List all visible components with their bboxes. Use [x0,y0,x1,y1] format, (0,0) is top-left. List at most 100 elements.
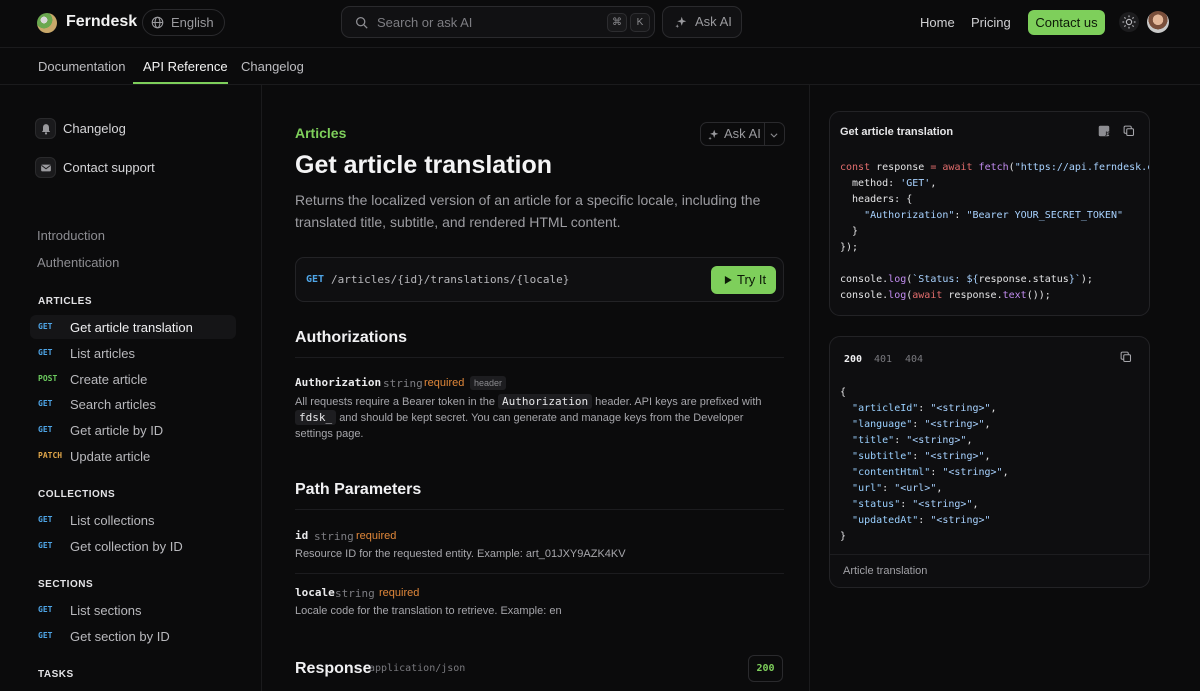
response-code: { "articleId": "<string>", "language": "… [840,387,1009,542]
mail-icon [35,157,56,178]
sidebar-item-label: List sections [70,603,142,618]
sidebar-item-list-articles[interactable]: GET List articles [30,341,236,365]
response-field-value: "<url>" [894,483,937,494]
method-badge: GET [38,348,53,357]
path-parameters-heading: Path Parameters [295,481,422,498]
param-description: Resource ID for the requested entity. Ex… [295,548,626,560]
response-content-type: application/json [369,663,466,674]
sidebar-item-label: List collections [70,513,155,528]
divider [295,573,784,574]
method-badge: GET [38,605,53,614]
param-type: string [383,377,423,390]
sun-icon [1122,15,1136,29]
sidebar-group-title: ARTICLES [38,296,92,307]
try-it-button[interactable]: Try It [711,266,776,294]
param-required: required [424,377,465,389]
param-type: string [314,530,354,543]
request-example-card: Get article translation JS const respons… [829,111,1150,316]
tab-api-reference[interactable]: API Reference [143,59,228,74]
main-content: Articles Ask AI Get article translation … [262,85,810,691]
top-bar: Ferndesk English Search or ask AI ⌘ K As… [0,0,1200,48]
divider [295,357,784,358]
method-badge: GET [38,515,53,524]
response-description: Article translation [843,565,928,577]
sidebar-group-title: SECTIONS [38,579,94,590]
user-avatar[interactable] [1147,11,1169,33]
sidebar-item-get-article-by-id[interactable]: GET Get article by ID [30,418,236,442]
page-description: Returns the localized version of an arti… [295,192,761,230]
ferndesk-logo-icon[interactable] [37,13,57,33]
response-field-key: "contentHtml" [852,467,931,478]
method-badge: GET [38,541,53,550]
response-field-key: "articleId" [852,403,919,414]
authorizations-heading: Authorizations [295,329,407,346]
response-field-key: "language" [852,419,913,430]
search-icon [355,16,368,29]
sidebar-item-search-articles[interactable]: GET Search articles [30,392,236,416]
param-name: id [295,529,309,542]
bell-icon [35,118,56,139]
description-text: header. API keys are prefixed with [595,396,762,408]
sidebar-item-label: List articles [70,346,136,361]
sidebar-item-list-sections[interactable]: GET List sections [30,598,236,622]
tab-changelog[interactable]: Changelog [241,59,304,74]
response-field-value: "<string>" [924,419,985,430]
language-selector[interactable]: English [142,9,225,36]
nav-home-link[interactable]: Home [920,15,955,30]
chevron-down-icon[interactable] [769,130,779,140]
method-badge: GET [38,425,53,434]
page-title: Get article translation [295,151,553,179]
sidebar-item-update-article[interactable]: PATCH Update article [30,444,236,468]
param-name: Authorization [295,376,382,389]
ask-ai-page-button[interactable]: Ask AI [700,122,785,146]
sidebar-item-authentication[interactable]: Authentication [37,255,119,270]
sidebar-item-get-collection-by-id[interactable]: GET Get collection by ID [30,534,236,558]
method-badge: POST [38,374,58,383]
response-tab-200[interactable]: 200 [844,354,862,365]
tab-documentation[interactable]: Documentation [38,59,125,74]
sidebar-link-label: Contact support [63,160,155,175]
response-field-value: "<string>" [930,403,991,414]
response-tab-404[interactable]: 404 [905,354,923,365]
sidebar-group-title: COLLECTIONS [38,489,116,500]
sidebar-group-title: TASKS [38,669,74,680]
response-field-key: "updatedAt" [852,515,919,526]
divider [764,123,765,145]
search-input[interactable]: Search or ask AI ⌘ K [341,6,655,38]
globe-icon [151,16,164,29]
response-status-badge[interactable]: 200 [748,655,783,682]
sidebar-item-get-section-by-id[interactable]: GET Get section by ID [30,624,236,648]
response-field-key: "status" [852,499,901,510]
response-field-value: "<string>" [942,467,1003,478]
method-badge: GET [38,399,53,408]
sidebar-item-label: Get article by ID [70,423,164,438]
sidebar: Changelog Contact support Introduction A… [0,85,262,691]
copy-icon[interactable] [1120,351,1132,363]
theme-toggle[interactable] [1119,12,1139,32]
sidebar-item-get-article-translation[interactable]: GET Get article translation [30,315,236,339]
request-code: const response = await fetch("https://ap… [840,160,1149,304]
sparkle-icon [708,129,719,140]
param-type: string [335,587,375,600]
section-tabs: Documentation API Reference Changelog [0,48,1200,85]
param-location-badge: header [470,376,507,390]
ask-ai-button[interactable]: Ask AI [662,6,742,38]
authorization-description: All requests require a Bearer token in t… [295,394,775,442]
nav-pricing-link[interactable]: Pricing [971,15,1011,30]
response-tab-401[interactable]: 401 [874,354,892,365]
inline-code: fdsk_ [295,410,337,425]
sidebar-item-introduction[interactable]: Introduction [37,228,105,243]
request-url: https://api.ferndesk.com [1020,162,1149,173]
description-text: All requests require a Bearer token in t… [295,396,495,408]
divider [295,509,784,510]
request-header-value: "Bearer YOUR_SECRET_TOKEN" [966,210,1123,221]
copy-icon[interactable] [1123,125,1135,137]
card-title: Get article translation [840,126,954,138]
sidebar-item-create-article[interactable]: POST Create article [30,367,236,391]
response-card-footer: Article translation [830,554,1149,587]
response-field-key: "url" [852,483,883,494]
contact-us-button[interactable]: Contact us [1028,10,1105,35]
javascript-icon[interactable]: JS [1098,125,1110,137]
sidebar-item-list-collections[interactable]: GET List collections [30,508,236,532]
brand-name[interactable]: Ferndesk [66,13,137,31]
